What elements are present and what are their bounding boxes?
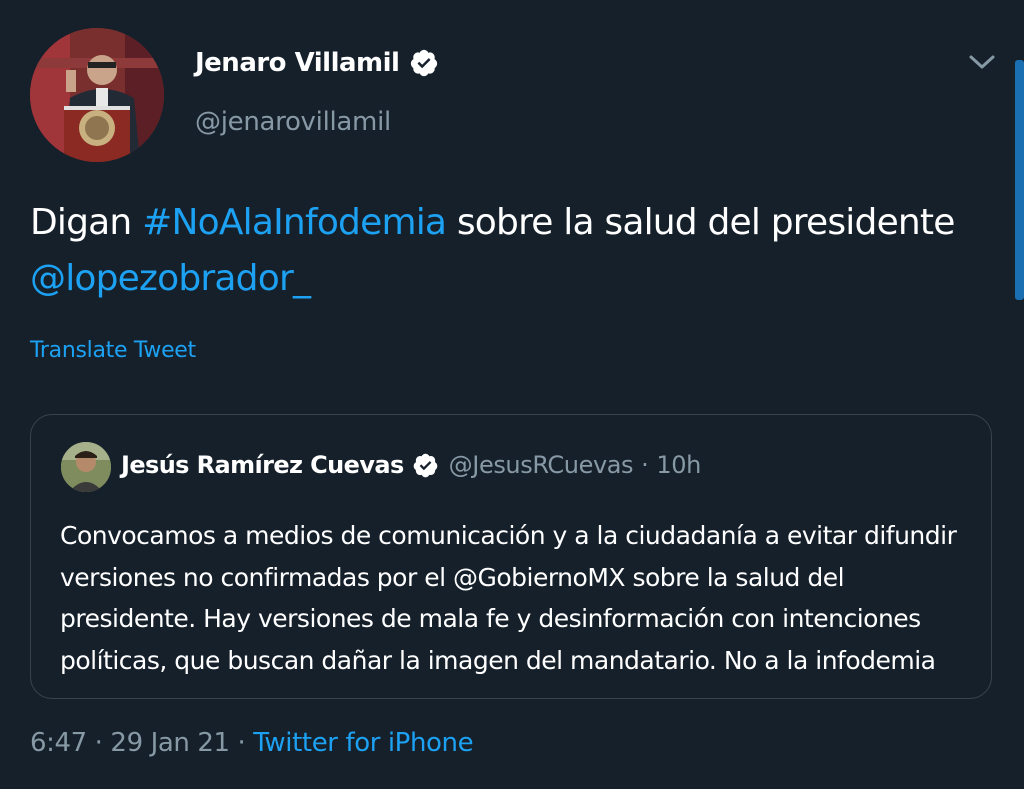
tweet-detail-page: Jenaro Villamil @jenarovillamil Digan #N… [0, 0, 1024, 789]
quoted-author-avatar[interactable] [61, 442, 111, 492]
author-avatar[interactable] [30, 28, 164, 162]
hashtag-link[interactable]: #NoAlaInfodemia [142, 202, 447, 243]
scrollbar[interactable] [1015, 60, 1024, 300]
quoted-tweet-card[interactable]: Jesús Ramírez Cuevas @JesusRCuevas · 10h… [30, 414, 992, 699]
quoted-tweet-text: Convocamos a medios de comunicación y a … [60, 521, 957, 675]
quoted-header: Jesús Ramírez Cuevas @JesusRCuevas · 10h [121, 451, 701, 479]
author-handle[interactable]: @jenarovillamil [195, 107, 391, 137]
translate-tweet-link[interactable]: Translate Tweet [30, 338, 196, 363]
tweet-metadata: 6:47 · 29 Jan 21 · Twitter for iPhone [30, 728, 474, 758]
tweet-time: 6:47 [30, 728, 87, 758]
tweet-text: Digan #NoAlaInfodemia sobre la salud del… [30, 195, 1000, 307]
verified-badge-icon [413, 453, 437, 477]
author-name[interactable]: Jenaro Villamil [195, 48, 400, 78]
tweet-date: 29 Jan 21 [110, 728, 230, 758]
tweet-text-prefix: Digan [30, 202, 143, 243]
chevron-down-icon[interactable] [968, 52, 996, 72]
tweet-text-middle: sobre la salud del presidente [446, 202, 956, 243]
mention-link[interactable]: @lopezobrador_ [30, 258, 311, 299]
quoted-author-handle: @JesusRCuevas [448, 451, 634, 479]
footer-separator: · [94, 728, 103, 758]
tweet-source-link[interactable]: Twitter for iPhone [253, 728, 473, 758]
verified-badge-icon [411, 49, 438, 77]
author-name-row: Jenaro Villamil [195, 48, 439, 78]
footer-separator: · [237, 728, 246, 758]
quoted-author-name: Jesús Ramírez Cuevas [121, 451, 404, 479]
quoted-timestamp: 10h [656, 451, 701, 479]
quoted-separator: · [641, 451, 649, 479]
